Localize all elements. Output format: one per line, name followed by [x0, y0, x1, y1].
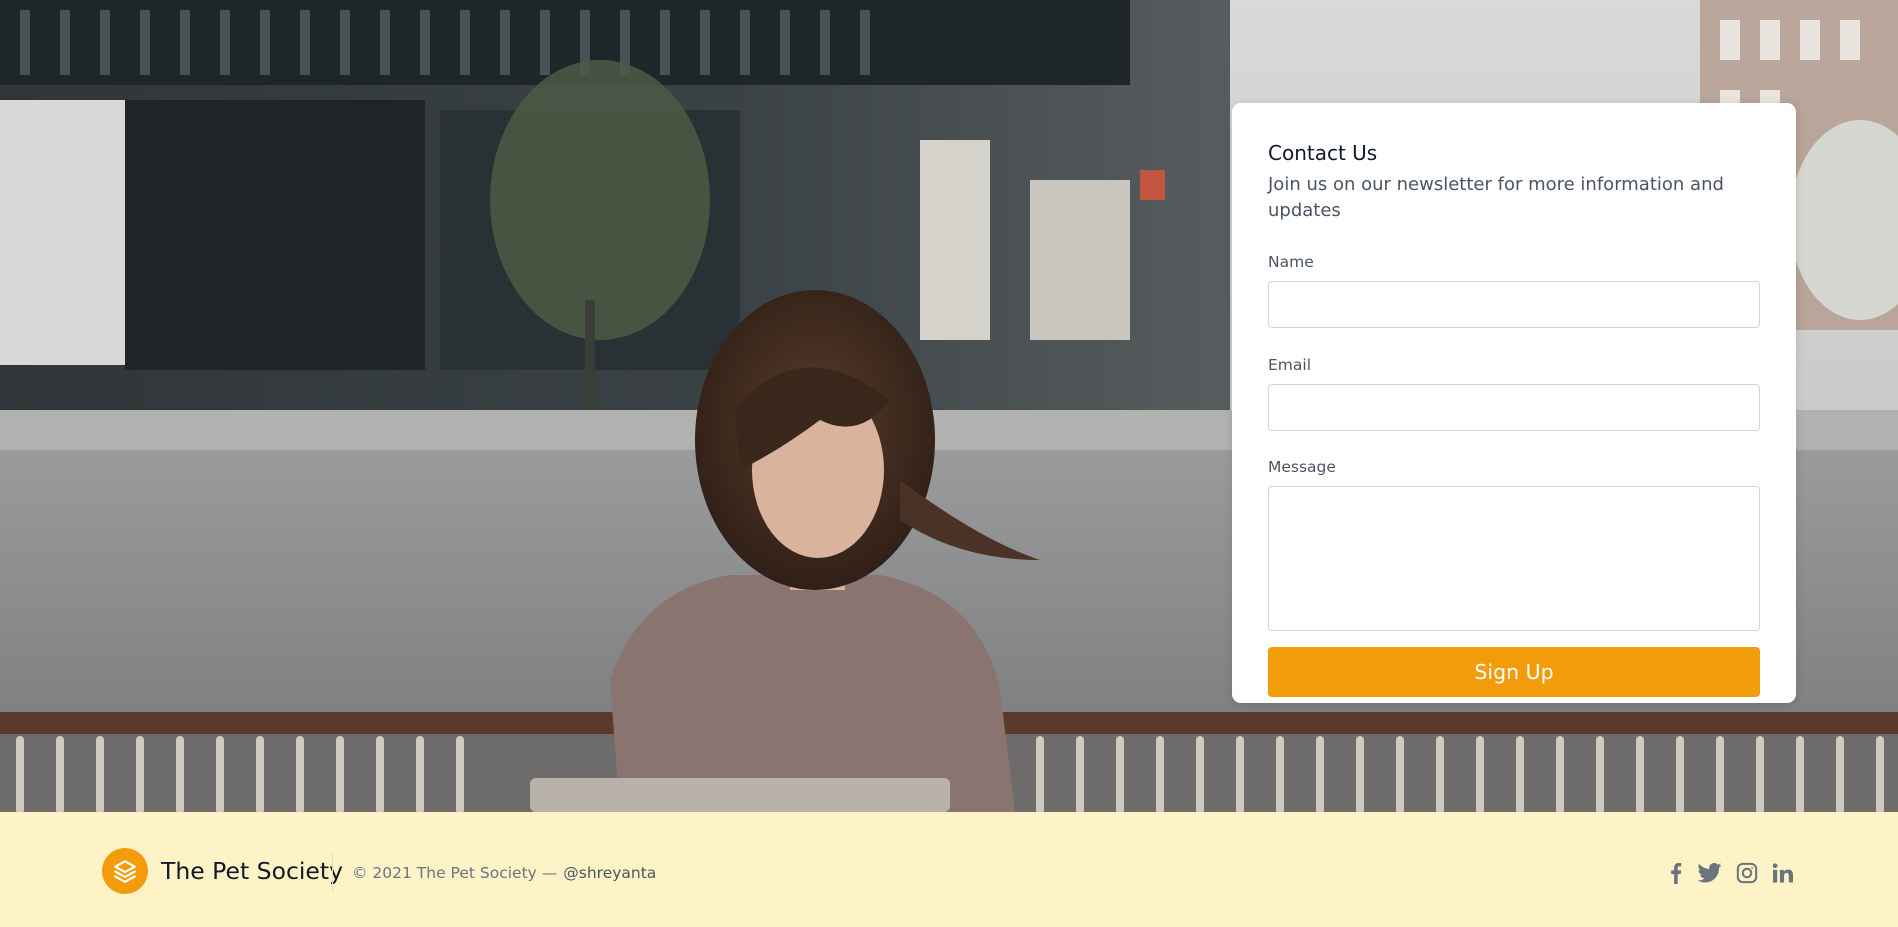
email-label: Email: [1268, 356, 1312, 374]
facebook-icon: [1671, 862, 1682, 884]
copyright-label: © 2021 The Pet Society —: [352, 864, 558, 882]
message-textarea[interactable]: [1268, 486, 1760, 631]
message-label: Message: [1268, 458, 1336, 476]
name-input[interactable]: [1268, 281, 1760, 328]
copyright-text: © 2021 The Pet Society — @shreyanta: [352, 862, 656, 884]
linkedin-icon: [1772, 863, 1793, 883]
sign-up-button[interactable]: Sign Up: [1268, 647, 1760, 697]
twitter-icon: [1698, 863, 1722, 883]
name-label: Name: [1268, 253, 1314, 271]
brand-logo[interactable]: [102, 848, 148, 894]
email-input[interactable]: [1268, 384, 1760, 431]
contact-title: Contact Us: [1268, 141, 1378, 165]
author-handle-link[interactable]: @shreyanta: [563, 864, 656, 882]
contact-card: Contact Us Join us on our newsletter for…: [1232, 103, 1796, 703]
stack-layers-icon: [114, 860, 136, 883]
linkedin-link[interactable]: [1770, 860, 1796, 886]
footer: The Pet Society © 2021 The Pet Society —…: [0, 812, 1898, 927]
instagram-icon: [1736, 862, 1758, 884]
brand-name[interactable]: The Pet Society: [161, 855, 343, 887]
twitter-link[interactable]: [1697, 860, 1723, 886]
contact-subtitle: Join us on our newsletter for more infor…: [1268, 174, 1724, 221]
footer-divider: [332, 852, 333, 893]
facebook-link[interactable]: [1663, 860, 1689, 886]
instagram-link[interactable]: [1734, 860, 1760, 886]
